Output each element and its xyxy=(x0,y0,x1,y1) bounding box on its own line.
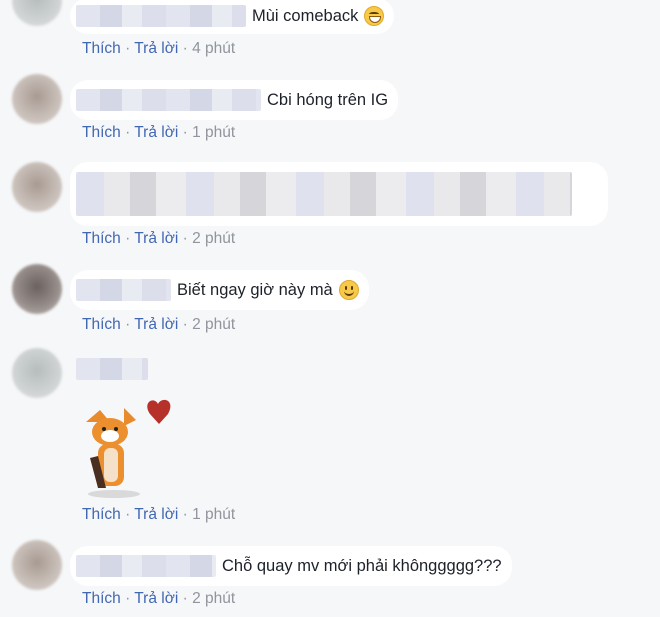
comment-bubble xyxy=(70,162,608,226)
like-link[interactable]: Thích xyxy=(82,506,121,523)
redacted-comment xyxy=(76,172,572,216)
comment-actions: Thích · Trả lời · 1 phút xyxy=(82,506,236,523)
avatar[interactable] xyxy=(12,348,62,398)
reply-link[interactable]: Trả lời xyxy=(134,124,178,141)
comment-bubble: Cbi hóng trên IG xyxy=(70,80,399,120)
fox-with-heart-sticker[interactable] xyxy=(80,388,180,502)
reply-link[interactable]: Trả lời xyxy=(134,590,178,607)
like-link[interactable]: Thích xyxy=(82,316,121,333)
comment-bubble: Chỗ quay mv mới phải khônggggg??? xyxy=(70,546,512,586)
laughing-emoji-icon xyxy=(364,6,385,26)
redacted-name[interactable] xyxy=(76,555,216,577)
avatar[interactable] xyxy=(12,0,62,26)
timestamp[interactable]: 1 phút xyxy=(192,506,235,523)
comment-actions: Thích · Trả lời · 4 phút xyxy=(82,40,236,57)
comment-bubble: Biết ngay giờ này mà xyxy=(70,270,369,310)
like-link[interactable]: Thích xyxy=(82,124,121,141)
comment-text: Cbi hóng trên IG xyxy=(267,91,389,109)
reply-link[interactable]: Trả lời xyxy=(134,506,178,523)
like-link[interactable]: Thích xyxy=(82,40,121,57)
comment-text: Mùi comeback xyxy=(252,7,359,25)
timestamp[interactable]: 2 phút xyxy=(192,316,235,333)
comment-actions: Thích · Trả lời · 2 phút xyxy=(82,230,236,247)
timestamp[interactable]: 2 phút xyxy=(192,590,235,607)
redacted-name[interactable] xyxy=(76,5,246,27)
avatar[interactable] xyxy=(12,540,62,590)
comment-text: Biết ngay giờ này mà xyxy=(177,281,333,299)
comment-actions: Thích · Trả lời · 2 phút xyxy=(82,590,236,607)
avatar[interactable] xyxy=(12,264,62,314)
like-link[interactable]: Thích xyxy=(82,590,121,607)
reply-link[interactable]: Trả lời xyxy=(134,316,178,333)
timestamp[interactable]: 4 phút xyxy=(192,40,235,57)
redacted-name[interactable] xyxy=(76,279,171,301)
redacted-name[interactable] xyxy=(76,89,261,111)
avatar[interactable] xyxy=(12,162,62,212)
heart-icon xyxy=(147,399,171,424)
reply-link[interactable]: Trả lời xyxy=(134,40,178,57)
avatar[interactable] xyxy=(12,74,62,124)
redacted-name[interactable] xyxy=(76,358,148,380)
smile-emoji-icon xyxy=(338,280,359,300)
comment-bubble: Mùi comeback xyxy=(70,0,395,34)
reply-link[interactable]: Trả lời xyxy=(134,230,178,247)
like-link[interactable]: Thích xyxy=(82,230,121,247)
timestamp[interactable]: 1 phút xyxy=(192,124,235,141)
timestamp[interactable]: 2 phút xyxy=(192,230,235,247)
comment-actions: Thích · Trả lời · 2 phút xyxy=(82,316,236,333)
comment-actions: Thích · Trả lời · 1 phút xyxy=(82,124,236,141)
comment-text: Chỗ quay mv mới phải khônggggg??? xyxy=(222,557,502,575)
